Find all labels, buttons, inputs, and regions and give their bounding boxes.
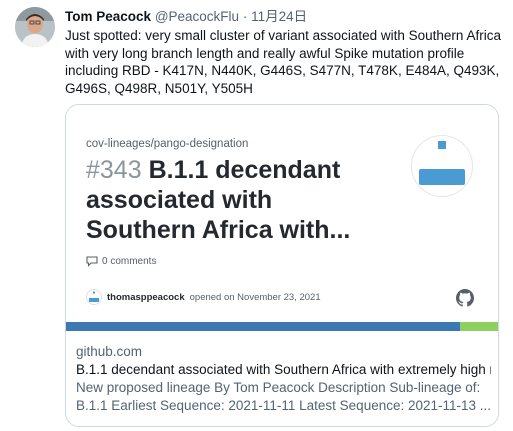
link-description-line: B.1.1 Earliest Sequence: 2021-11-11 Late… (76, 398, 491, 413)
comment-count: 0 comments (86, 256, 156, 267)
author-avatar[interactable] (15, 7, 55, 47)
issue-opened-text: opened on November 23, 2021 (189, 291, 321, 303)
language-bar-secondary (460, 322, 498, 331)
author-handle[interactable]: @PeacockFlu (155, 9, 239, 24)
author-name[interactable]: Tom Peacock (65, 9, 151, 24)
repo-owner-avatar (411, 135, 473, 197)
link-card[interactable]: cov-lineages/pango-designation #343 B.1.… (65, 104, 499, 427)
tweet-header: Tom Peacock @PeacockFlu · 11月24日 (65, 8, 307, 25)
issue-author-avatar (86, 289, 102, 305)
header-separator: · (242, 9, 248, 24)
repo-path: cov-lineages/pango-designation (86, 138, 249, 150)
issue-author-row: thomasppeacock opened on November 23, 20… (86, 289, 321, 305)
link-title: B.1.1 decendant associated with Southern… (76, 362, 491, 377)
tweet-date[interactable]: 11月24日 (251, 9, 307, 24)
language-bar (66, 322, 498, 331)
link-domain: github.com (76, 344, 143, 359)
language-bar-primary (66, 322, 460, 331)
issue-title-line: Southern Africa with... (86, 216, 351, 244)
github-octocat-icon (456, 289, 474, 307)
issue-title-line: associated with (86, 186, 273, 214)
tweet-text: Just spotted: very small cluster of vari… (65, 27, 501, 97)
comment-count-text: 0 comments (102, 256, 157, 267)
comment-icon (86, 256, 98, 267)
issue-title: #343 B.1.1 decendant associated with Sou… (86, 155, 396, 245)
tweet[interactable]: Tom Peacock @PeacockFlu · 11月24日 Just sp… (0, 0, 513, 431)
link-card-meta: github.com B.1.1 decendant associated wi… (76, 343, 491, 415)
issue-title-line: B.1.1 decendant (148, 156, 341, 184)
tweet-text-line: Just spotted: very small cluster of vari… (65, 28, 501, 43)
issue-author-name: thomasppeacock (107, 291, 185, 303)
link-description-line: New proposed lineage By Tom Peacock Desc… (76, 380, 481, 395)
link-preview-image[interactable]: cov-lineages/pango-designation #343 B.1.… (66, 105, 498, 322)
tweet-text-line: with very long branch length and really … (65, 45, 465, 61)
tweet-text-line: G496S, Q498R, N501Y, Y505H (65, 80, 253, 96)
tweet-text-line: including RBD - K417N, N440K, G446S, S47… (65, 63, 500, 78)
issue-number: #343 (86, 156, 142, 184)
